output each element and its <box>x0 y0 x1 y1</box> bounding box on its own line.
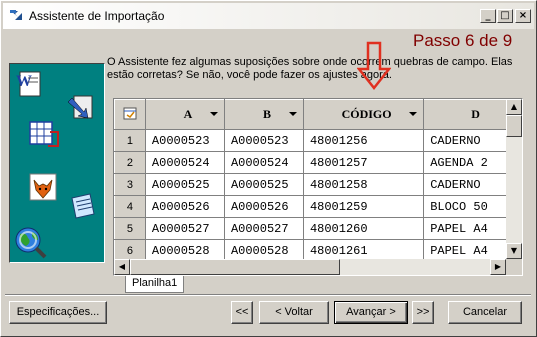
notepad-icon <box>71 193 95 219</box>
globe-icon <box>15 227 47 259</box>
cancel-button[interactable]: Cancelar <box>448 301 522 324</box>
first-step-button[interactable]: << <box>231 301 253 324</box>
table-cell[interactable]: A0000526 <box>223 195 304 218</box>
import-wizard-window: Assistente de Importação _ □ × Passo 6 d… <box>0 0 537 337</box>
close-button[interactable]: × <box>515 9 531 23</box>
horizontal-scrollbar[interactable]: ◀ ▶ <box>114 259 506 275</box>
table-row[interactable]: 4 A0000526 A0000526 48001259 BLOCO 50 <box>114 195 522 218</box>
select-all-corner[interactable] <box>114 99 146 130</box>
table-cell[interactable]: 48001258 <box>302 173 425 196</box>
minimize-button[interactable]: _ <box>480 9 496 23</box>
column-dropdown-icon[interactable] <box>288 112 297 116</box>
table-cell[interactable]: A0000527 <box>144 217 225 240</box>
horizontal-scroll-thumb[interactable] <box>130 259 340 275</box>
specifications-button[interactable]: Especificações... <box>9 301 107 324</box>
import-arrow-icon <box>67 95 93 119</box>
sheet-tab-strip: Planilha1 <box>113 276 523 294</box>
table-row[interactable]: 5 A0000527 A0000527 48001260 PAPEL A4 <box>114 217 522 240</box>
row-number[interactable]: 1 <box>114 129 146 152</box>
row-number[interactable]: 3 <box>114 173 146 196</box>
maximize-button[interactable]: □ <box>497 9 513 23</box>
word-icon: W <box>16 71 41 97</box>
column-header-a[interactable]: A <box>144 99 225 130</box>
header-row: A B CÓDIGO D <box>114 99 522 130</box>
scroll-up-button[interactable]: ▲ <box>506 99 522 115</box>
back-button[interactable]: < Voltar <box>259 301 329 324</box>
table-row[interactable]: 3 A0000525 A0000525 48001258 CADERNO <box>114 173 522 196</box>
excel-icon <box>29 121 59 147</box>
vertical-scroll-thumb[interactable] <box>506 115 522 137</box>
data-grid[interactable]: A B CÓDIGO D 1 A0000523 A0000523 48001256 CA… <box>113 98 523 276</box>
annotation-arrow-icon <box>357 41 391 91</box>
table-cell[interactable]: A0000524 <box>144 151 225 174</box>
table-row[interactable]: 2 A0000524 A0000524 48001257 AGENDA 2 <box>114 151 522 174</box>
foxpro-icon <box>29 173 57 201</box>
window-title: Assistente de Importação <box>29 9 165 23</box>
table-cell[interactable]: A0000527 <box>223 217 304 240</box>
title-bar[interactable]: Assistente de Importação _ □ × <box>3 3 534 29</box>
row-number[interactable]: 5 <box>114 217 146 240</box>
table-cell[interactable]: A0000523 <box>144 129 225 152</box>
table-cell[interactable]: A0000523 <box>223 129 304 152</box>
separator <box>5 294 531 296</box>
table-cell[interactable]: A0000525 <box>223 173 304 196</box>
table-cell[interactable]: A0000524 <box>223 151 304 174</box>
column-dropdown-icon[interactable] <box>409 112 418 116</box>
table-cell[interactable]: 48001260 <box>302 217 425 240</box>
table-row[interactable]: 1 A0000523 A0000523 48001256 CADERNO <box>114 129 522 152</box>
next-button[interactable]: Avançar > <box>334 301 408 324</box>
table-cell[interactable]: A0000526 <box>144 195 225 218</box>
scroll-right-button[interactable]: ▶ <box>490 259 506 275</box>
row-number[interactable]: 4 <box>114 195 146 218</box>
wizard-picture-panel: W <box>9 63 105 263</box>
table-cell[interactable]: 48001256 <box>302 129 425 152</box>
table-cell[interactable]: 48001257 <box>302 151 425 174</box>
column-header-b[interactable]: B <box>223 99 304 130</box>
grid-properties-icon <box>123 107 137 119</box>
step-label: Passo 6 de 9 <box>413 31 513 50</box>
table-cell[interactable]: A0000525 <box>144 173 225 196</box>
scroll-down-button[interactable]: ▼ <box>506 243 522 259</box>
app-icon <box>10 10 22 20</box>
scroll-corner <box>506 259 522 275</box>
row-number[interactable]: 2 <box>114 151 146 174</box>
scroll-left-button[interactable]: ◀ <box>114 259 130 275</box>
vertical-scrollbar[interactable]: ▲ ▼ <box>506 99 522 259</box>
instruction-text: O Assistente fez algumas suposições sobr… <box>107 56 513 81</box>
last-step-button[interactable]: >> <box>412 301 434 324</box>
sheet-tab[interactable]: Planilha1 <box>125 276 185 293</box>
sheet-table: A B CÓDIGO D 1 A0000523 A0000523 48001256 CA… <box>114 99 522 262</box>
column-header-codigo[interactable]: CÓDIGO <box>302 99 425 130</box>
table-cell[interactable]: 48001259 <box>302 195 425 218</box>
column-dropdown-icon[interactable] <box>209 112 218 116</box>
